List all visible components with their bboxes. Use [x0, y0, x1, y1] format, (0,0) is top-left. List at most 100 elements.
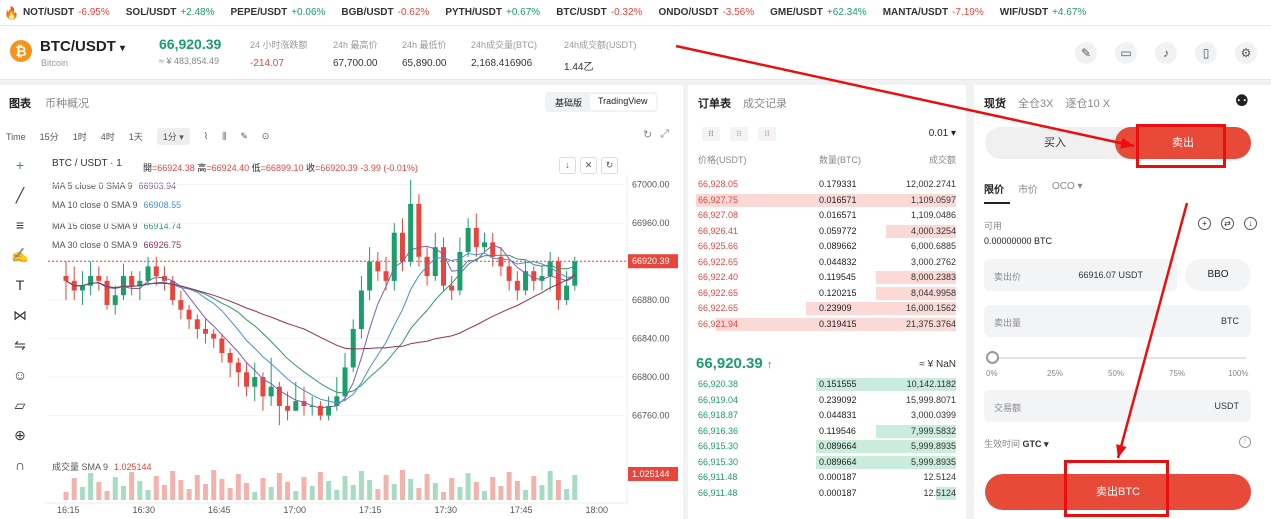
bid-total: 3,000.0399 — [910, 410, 956, 420]
info-icon[interactable]: ! — [1239, 436, 1251, 448]
tab-spot[interactable]: 现货 — [984, 95, 1006, 111]
pair-selector[interactable]: BTC/USDT ▾ — [40, 38, 125, 55]
amount-slider-handle[interactable] — [986, 351, 999, 364]
bid-total: 5,999.8935 — [910, 456, 956, 467]
col-price-header: 价格(USDT) — [698, 155, 747, 165]
bid-row[interactable]: 66,920.38 0.151555 10,142.1182 — [688, 377, 966, 392]
y-tick-label: 67000.00 — [632, 180, 670, 190]
book-icon[interactable]: ▯ — [1195, 42, 1217, 64]
total-field[interactable]: 交易额 USDT — [984, 390, 1251, 422]
volume-bar — [317, 472, 323, 500]
transfer-icon[interactable]: ⇄ — [1221, 217, 1234, 230]
bbo-button[interactable]: BBO — [1185, 259, 1251, 291]
stat-value: 2,168.416906 — [471, 58, 533, 69]
chart-panel: 图表 币种概况 基础版 TradingView Time 15分 1时 4时 1… — [0, 85, 683, 519]
plus-icon[interactable]: + — [1198, 217, 1211, 230]
tif-label: 生效时间 — [984, 439, 1021, 449]
bid-row[interactable]: 66,916.36 0.119546 7,999.5832 — [688, 424, 966, 439]
y-tick-label: 66960.00 — [632, 218, 670, 228]
candlestick-chart[interactable]: 67000.0066960.0066920.0066880.0066840.00… — [0, 85, 683, 519]
book-both-icon[interactable]: ⁝⁝ — [702, 127, 720, 141]
book-asks-icon[interactable]: ⁝⁝ — [758, 127, 776, 141]
ticker-item[interactable]: WIF/USDT +4.67% — [1000, 7, 1087, 18]
bid-row[interactable]: 66,915.30 0.089664 5,999.8935 — [688, 455, 966, 470]
ticker-item[interactable]: ONDO/USDT -3.56% — [658, 7, 754, 18]
ticker-item[interactable]: PEPE/USDT +0.06% — [231, 7, 326, 18]
amount-slider-track[interactable] — [992, 357, 1246, 359]
ask-price: 66,921.94 — [698, 318, 739, 329]
bid-row[interactable]: 66,918.87 0.044831 3,000.0399 — [688, 408, 966, 423]
arrow-up-icon: ↑ — [766, 359, 773, 371]
y-tick-label: 66840.00 — [632, 334, 670, 344]
robot-icon[interactable]: ⚉ — [1235, 91, 1249, 111]
field-unit: BTC — [1221, 316, 1239, 326]
ask-row[interactable]: 66,922.65 0.120215 8,044.9958 — [688, 286, 966, 301]
ticker-bar: 🔥 NOT/USDT -6.95% SOL/USDT +2.48% PEPE/USDT +… — [0, 0, 1271, 26]
volume-bar — [276, 473, 282, 500]
sell-amount-field[interactable]: 卖出量 BTC — [984, 305, 1251, 337]
ask-row[interactable]: 66,928.05 0.179331 12,002.2741 — [688, 177, 966, 192]
order-type-oco[interactable]: OCO ▾ — [1052, 181, 1083, 196]
field-label: 卖出价 — [994, 272, 1022, 282]
bid-row[interactable]: 66,911.48 0.000187 12.5124 — [688, 470, 966, 485]
volume-bar — [71, 478, 77, 500]
ticker-item[interactable]: BTC/USDT -0.32% — [556, 7, 642, 18]
ask-row[interactable]: 66,926.41 0.059772 4,000.3254 — [688, 224, 966, 239]
ticker-item[interactable]: MANTA/USDT -7.19% — [883, 7, 984, 18]
bell-icon[interactable]: ♪ — [1155, 42, 1177, 64]
ask-row[interactable]: 66,922.65 0.23909 16,000.1562 — [688, 301, 966, 316]
settings-icon[interactable]: ⚙ — [1235, 42, 1257, 64]
ask-row[interactable]: 66,922.65 0.044832 3,000.2762 — [688, 255, 966, 270]
bid-row[interactable]: 66,915.30 0.089664 5,999.8935 — [688, 439, 966, 454]
volume-bar — [301, 477, 307, 500]
time-in-force[interactable]: 生效时间 GTC ▾ — [984, 437, 1049, 450]
ask-row[interactable]: 66,925.66 0.089662 6,000.6885 — [688, 239, 966, 254]
available-label: 可用 — [984, 221, 1003, 231]
field-label: 卖出量 — [994, 318, 1022, 328]
bid-row[interactable]: 66,911.48 0.000187 12.5124 — [688, 486, 966, 501]
ask-total: 3,000.2762 — [910, 256, 956, 267]
tab-cross-margin[interactable]: 全仓3X — [1018, 95, 1053, 111]
ask-row[interactable]: 66,922.40 0.119545 8,000.2383 — [688, 270, 966, 285]
volume-bar — [252, 492, 258, 500]
volume-bar — [531, 476, 537, 500]
ticker-item[interactable]: BGB/USDT -0.62% — [341, 7, 429, 18]
precision-select[interactable]: 0.01 ▾ — [929, 128, 956, 139]
ticker-item[interactable]: GME/USDT +62.34% — [770, 7, 867, 18]
book-bids-icon[interactable]: ⁝⁝ — [730, 127, 748, 141]
volume-bar — [260, 478, 266, 500]
buy-tab[interactable]: 买入 — [985, 127, 1125, 159]
y-tick-label: 66760.00 — [632, 411, 670, 421]
download-icon[interactable]: ↓ — [1244, 217, 1257, 230]
ticket-icon[interactable]: ▭ — [1115, 42, 1137, 64]
tab-orderbook[interactable]: 订单表 — [698, 95, 731, 111]
ask-row[interactable]: 66,927.08 0.016571 1,109.0486 — [688, 208, 966, 223]
stat-value: 67,700.00 — [333, 58, 378, 69]
candle-body — [449, 285, 455, 291]
ticker-item[interactable]: PYTH/USDT +0.67% — [445, 7, 540, 18]
note-icon[interactable]: ✎ — [1075, 42, 1097, 64]
ask-row[interactable]: 66,927.75 0.016571 1,109.0597 — [688, 193, 966, 208]
order-type-limit[interactable]: 限价 — [984, 181, 1004, 196]
tab-trades[interactable]: 成交记录 — [743, 95, 787, 111]
volume-bar — [244, 483, 250, 500]
highlight-box-sell-button — [1064, 460, 1169, 517]
ticker-item[interactable]: SOL/USDT +2.48% — [126, 7, 215, 18]
sell-price-field[interactable]: 卖出价 66916.07 USDT — [984, 259, 1177, 291]
ticker-item[interactable]: NOT/USDT -6.95% — [23, 7, 110, 18]
order-type-market[interactable]: 市价 — [1018, 181, 1038, 196]
ask-amount: 0.179331 — [819, 179, 857, 189]
tab-isolated-margin[interactable]: 逐仓10 X — [1065, 95, 1110, 111]
bid-price: 66,911.48 — [698, 487, 738, 498]
ask-total: 16,000.1562 — [905, 303, 956, 313]
candle-body — [112, 295, 118, 305]
ticker-change: +62.34% — [826, 7, 867, 18]
volume-bar — [153, 476, 159, 500]
bid-amount: 0.089664 — [819, 441, 857, 451]
ask-amount: 0.016571 — [819, 210, 857, 220]
volume-bar — [129, 472, 135, 500]
bid-row[interactable]: 66,919.04 0.239092 15,999.8071 — [688, 393, 966, 408]
ask-row[interactable]: 66,921.94 0.319415 21,375.3764 — [688, 317, 966, 332]
candle-body — [120, 276, 126, 296]
ask-total: 4,000.3254 — [910, 225, 956, 236]
